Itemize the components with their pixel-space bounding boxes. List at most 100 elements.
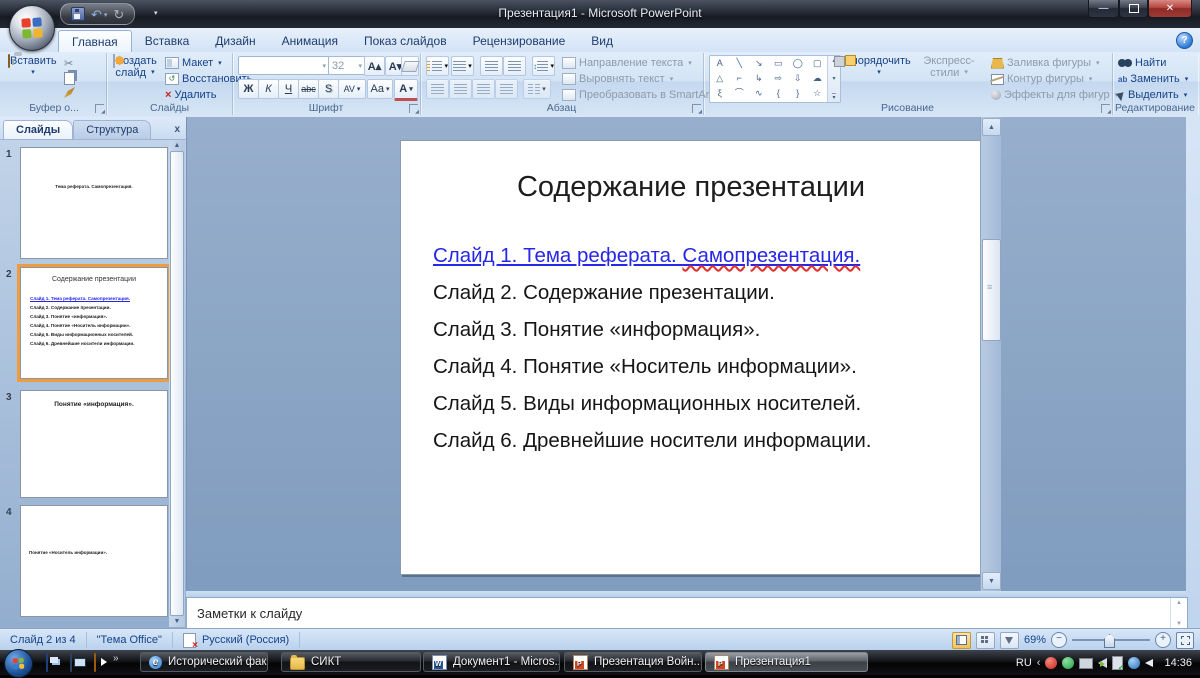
language-indicator[interactable]: RU — [1016, 657, 1032, 669]
shape-fill-button[interactable]: Заливка фигуры — [991, 57, 1100, 69]
taskbar-button-folder[interactable]: СИКТ — [281, 652, 421, 672]
office-button[interactable] — [9, 5, 55, 51]
shape-icon[interactable]: { — [777, 89, 780, 98]
shape-icon[interactable]: ☁ — [813, 74, 822, 83]
tab-home[interactable]: Главная — [58, 30, 132, 52]
shape-icon[interactable]: ∿ — [755, 89, 763, 98]
text-shadow-button[interactable]: S — [318, 79, 339, 99]
clear-formatting-button[interactable] — [401, 56, 419, 76]
font-color-button[interactable]: А — [394, 79, 418, 101]
shape-outline-button[interactable]: Контур фигуры — [991, 73, 1092, 85]
theme-name[interactable]: "Тема Office" — [87, 632, 173, 648]
tab-slides-pane[interactable]: Слайды — [3, 120, 73, 139]
slideshow-button[interactable] — [1000, 632, 1019, 649]
tab-outline-pane[interactable]: Структура — [73, 120, 151, 139]
tab-animation[interactable]: Анимация — [269, 30, 351, 52]
pane-scrollbar[interactable]: ▲ ▼ — [169, 140, 185, 627]
text-direction-button[interactable]: Направление текста — [562, 57, 692, 69]
help-icon[interactable]: ? — [1176, 32, 1193, 49]
clock[interactable]: 14:36 — [1164, 657, 1192, 669]
scroll-thumb[interactable] — [170, 151, 184, 616]
slide-counter[interactable]: Слайд 2 из 4 — [0, 632, 87, 648]
change-case-button[interactable]: Aa — [367, 79, 393, 99]
scroll-up-icon[interactable]: ▲ — [174, 142, 181, 149]
normal-view-button[interactable] — [952, 632, 971, 649]
align-center-button[interactable] — [449, 79, 472, 99]
notes-scrollbar[interactable]: ▲▼ — [1170, 598, 1187, 629]
restore-button[interactable] — [1119, 0, 1148, 18]
notes-pane[interactable]: Заметки к слайду ▲▼ — [186, 597, 1188, 630]
format-painter-button[interactable] — [64, 87, 75, 98]
bullets-button[interactable] — [426, 56, 449, 76]
clipboard-dialog-launcher[interactable] — [95, 104, 104, 113]
shape-icon[interactable]: ↘ — [755, 59, 763, 68]
tray-network-icon[interactable] — [1128, 657, 1140, 669]
columns-button[interactable] — [523, 79, 551, 99]
align-text-button[interactable]: Выровнять текст — [562, 73, 673, 85]
slide-body-textbox[interactable]: Слайд 1. Тема реферата. Самопрезентация.… — [433, 244, 961, 466]
slide-thumbnail-3[interactable]: Понятие «информация». — [20, 390, 168, 498]
slide-thumbnail-1[interactable]: Тема реферата. Самопрезентация. — [20, 147, 168, 259]
spellcheck-status[interactable]: Русский (Россия) — [173, 632, 300, 648]
shape-icon[interactable]: ↳ — [755, 74, 763, 83]
paragraph-dialog-launcher[interactable] — [692, 104, 701, 113]
tab-slideshow[interactable]: Показ слайдов — [351, 30, 460, 52]
select-button[interactable]: Выделить — [1118, 89, 1187, 101]
tray-expand-icon[interactable]: ‹ — [1037, 657, 1041, 669]
shape-icon[interactable]: ⇩ — [794, 74, 802, 83]
pane-close-icon[interactable]: x — [174, 124, 180, 135]
layout-button[interactable]: Макет — [165, 57, 222, 69]
tray-device-icon[interactable] — [1112, 656, 1123, 670]
slide-thumbnail-4[interactable]: Понятие «Носитель информации». — [20, 505, 168, 617]
zoom-out-button[interactable]: − — [1051, 632, 1067, 648]
tray-green-app-icon[interactable] — [1062, 657, 1074, 669]
scroll-thumb[interactable] — [982, 239, 1001, 341]
taskbar-button-ppt-2[interactable]: Презентация Войн... — [564, 652, 702, 672]
replace-button[interactable]: abЗаменить — [1118, 73, 1188, 85]
fit-to-window-button[interactable] — [1176, 632, 1194, 649]
copy-button[interactable] — [64, 72, 75, 85]
quick-launch-overflow[interactable]: » — [113, 653, 119, 664]
minimize-button[interactable]: — — [1088, 0, 1119, 18]
convert-smartart-button[interactable]: Преобразовать в SmartArt — [562, 89, 721, 101]
scroll-down-icon[interactable]: ▼ — [174, 618, 181, 625]
new-slide-button[interactable]: Создать слайд — [109, 55, 161, 79]
tab-review[interactable]: Рецензирование — [460, 30, 579, 52]
shape-icon[interactable]: ☆ — [813, 89, 821, 98]
taskbar-button-ppt-active[interactable]: Презентация1 — [705, 652, 868, 672]
drawing-dialog-launcher[interactable] — [1101, 104, 1110, 113]
shape-icon[interactable]: ⌒ — [735, 89, 744, 98]
tray-red-app-icon[interactable] — [1045, 657, 1057, 669]
shape-icon[interactable]: ⌐ — [737, 74, 742, 83]
increase-indent-button[interactable] — [503, 56, 526, 76]
tab-insert[interactable]: Вставка — [132, 30, 203, 52]
strikethrough-button[interactable]: abc — [298, 79, 319, 99]
switch-windows-icon[interactable] — [46, 653, 48, 672]
show-desktop-icon[interactable] — [70, 653, 72, 672]
zoom-in-button[interactable]: + — [1155, 632, 1171, 648]
shape-icon[interactable]: } — [796, 89, 799, 98]
tab-view[interactable]: Вид — [578, 30, 626, 52]
italic-button[interactable]: К — [258, 79, 279, 99]
underline-button[interactable]: Ч — [278, 79, 299, 99]
tray-volume-icon[interactable] — [1098, 658, 1107, 668]
character-spacing-button[interactable]: AV — [338, 79, 366, 99]
shape-icon[interactable]: △ — [716, 74, 723, 83]
notes-placeholder[interactable]: Заметки к слайду — [197, 606, 302, 621]
align-right-button[interactable] — [472, 79, 495, 99]
shape-effects-button[interactable]: Эффекты для фигур — [991, 89, 1118, 101]
font-size-combo[interactable]: 32 — [328, 56, 366, 75]
line-spacing-button[interactable]: ↕ — [532, 56, 555, 76]
decrease-indent-button[interactable] — [480, 56, 503, 76]
shape-icon[interactable]: ╲ — [737, 59, 742, 68]
taskbar-button-ie[interactable]: e Исторический фак... — [140, 652, 268, 672]
shape-icon[interactable]: ⇨ — [774, 74, 782, 83]
close-button[interactable]: ✕ — [1148, 0, 1192, 18]
zoom-level[interactable]: 69% — [1024, 634, 1046, 646]
tab-design[interactable]: Дизайн — [202, 30, 268, 52]
quick-styles-button[interactable]: Экспресс-стили — [913, 55, 985, 79]
slide-hyperlink[interactable]: Слайд 1. Тема реферата. Самопрезентация. — [433, 244, 961, 281]
shape-icon[interactable]: ▭ — [774, 59, 783, 68]
cut-button[interactable]: ✂ — [64, 57, 73, 70]
main-scrollbar[interactable]: ▲ ▼ — [980, 117, 1001, 591]
